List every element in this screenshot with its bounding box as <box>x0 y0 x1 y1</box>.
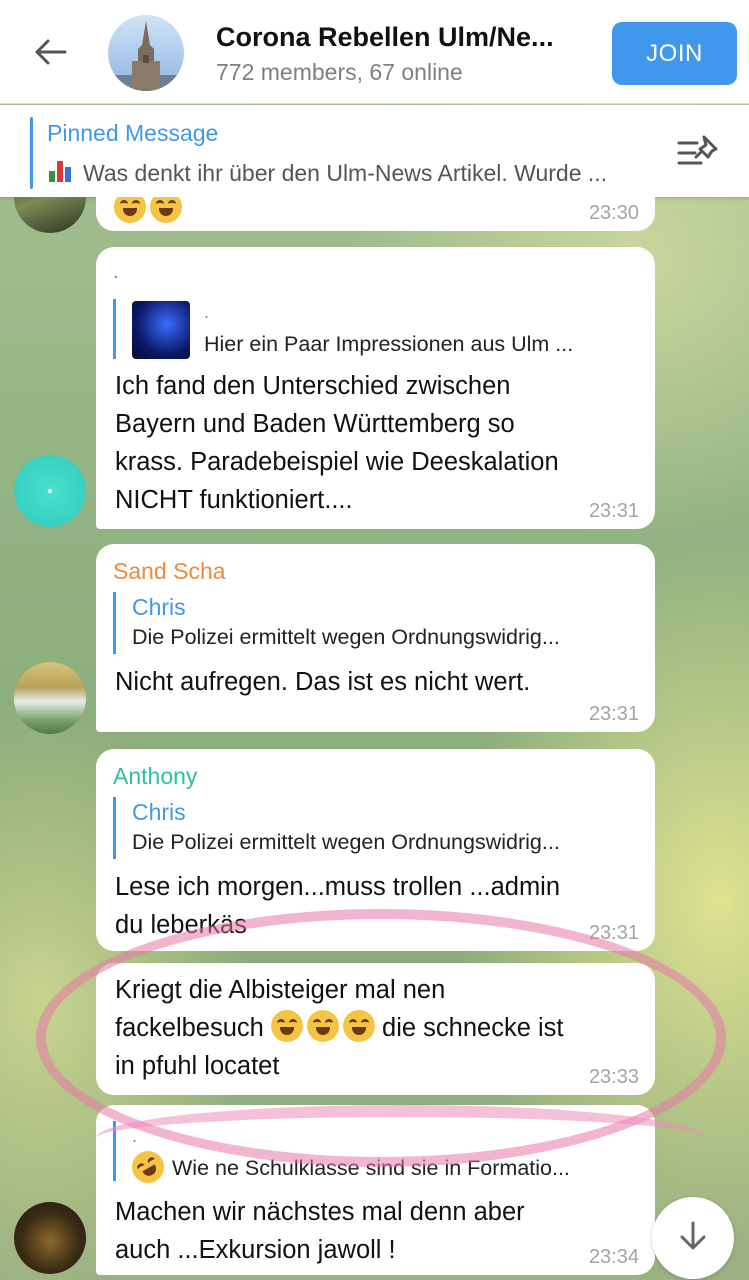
emoji-laughing <box>270 1010 375 1042</box>
avatar[interactable] <box>14 455 86 527</box>
reply-preview[interactable]: Chris Die Polizei ermittelt wegen Ordnun… <box>113 592 560 654</box>
group-avatar[interactable] <box>108 15 184 91</box>
message-bubble[interactable]: . . Hier ein Paar Impressionen aus Ulm .… <box>96 247 655 529</box>
message-time: 23:31 <box>588 703 639 725</box>
reply-preview[interactable]: . Wie ne Schulklasse sind sie in Formati… <box>113 1121 570 1189</box>
sender-name: . <box>113 261 119 283</box>
message-time: 23:33 <box>588 1066 639 1088</box>
scroll-to-bottom-button[interactable] <box>652 1197 734 1279</box>
message-text: Lese ich morgen...muss trollen ...admin … <box>115 873 561 939</box>
message-bubble[interactable]: 23:30 <box>96 197 655 231</box>
group-title: Corona Rebellen Ulm/Ne... <box>216 22 554 52</box>
reply-name: . <box>204 302 210 322</box>
sender-name: Anthony <box>113 763 198 789</box>
message-bubble[interactable]: Anthony Chris Die Polizei ermittelt wege… <box>96 749 655 951</box>
pinned-accent-bar <box>30 117 33 189</box>
back-arrow-icon[interactable] <box>24 30 76 74</box>
pinned-text: Was denkt ihr über den Ulm-News Artikel.… <box>83 159 608 186</box>
poll-chart-icon <box>47 157 73 189</box>
avatar[interactable] <box>14 1202 86 1274</box>
pinned-title: Pinned Message <box>47 120 219 146</box>
emoji-rofl <box>126 1145 170 1189</box>
message-text: Nicht aufregen. Das ist es nicht wert. <box>115 668 531 696</box>
reply-text: Wie ne Schulklasse sind sie in Formatio.… <box>172 1156 570 1180</box>
sender-name: Sand Scha <box>113 558 226 584</box>
avatar[interactable] <box>14 662 86 734</box>
group-member-count: 772 members, 67 online <box>216 59 463 85</box>
arrow-down-icon <box>676 1219 710 1258</box>
message-time: 23:34 <box>588 1246 639 1268</box>
reply-text: Die Polizei ermittelt wegen Ordnungswidr… <box>132 830 560 854</box>
reply-text: Die Polizei ermittelt wegen Ordnungswidr… <box>132 625 560 649</box>
message-time: 23:31 <box>588 922 639 944</box>
reply-preview[interactable]: . Hier ein Paar Impressionen aus Ulm ... <box>113 299 573 359</box>
message-bubble[interactable]: . Wie ne Schulklasse sind sie in Formati… <box>96 1105 655 1275</box>
message-bubble[interactable]: Kriegt die Albisteiger mal nen fackelbes… <box>96 963 655 1095</box>
reply-text: Hier ein Paar Impressionen aus Ulm ... <box>204 332 574 356</box>
chat-header: Corona Rebellen Ulm/Ne... 772 members, 6… <box>0 0 749 104</box>
reply-name: Chris <box>132 594 186 620</box>
message-time: 23:31 <box>588 500 639 522</box>
reply-preview[interactable]: Chris Die Polizei ermittelt wegen Ordnun… <box>113 797 560 859</box>
emoji-laughing <box>114 197 182 223</box>
pinned-message-bar[interactable]: Pinned Message Was denkt ihr über den Ul… <box>0 105 749 197</box>
message-text: Ich fand den Unterschied zwischen Bayern… <box>115 372 559 514</box>
message-text: Kriegt die Albisteiger mal nen fackelbes… <box>115 976 564 1080</box>
message-list[interactable]: 23:30 . . Hier ein Paar Impressionen aus… <box>0 197 749 1280</box>
avatar[interactable] <box>14 197 86 233</box>
pinned-preview: Was denkt ihr über den Ulm-News Artikel.… <box>47 157 662 189</box>
reply-name: . <box>132 1126 138 1146</box>
message-text: Machen wir nächstes mal denn aber auch .… <box>115 1198 525 1264</box>
reply-name: Chris <box>132 799 186 825</box>
message-bubble[interactable]: Sand Scha Chris Die Polizei ermittelt we… <box>96 544 655 732</box>
reply-thumbnail <box>132 301 190 359</box>
pin-list-icon[interactable] <box>676 133 720 173</box>
join-button[interactable]: JOIN <box>612 22 737 85</box>
message-time: 23:30 <box>588 202 639 224</box>
